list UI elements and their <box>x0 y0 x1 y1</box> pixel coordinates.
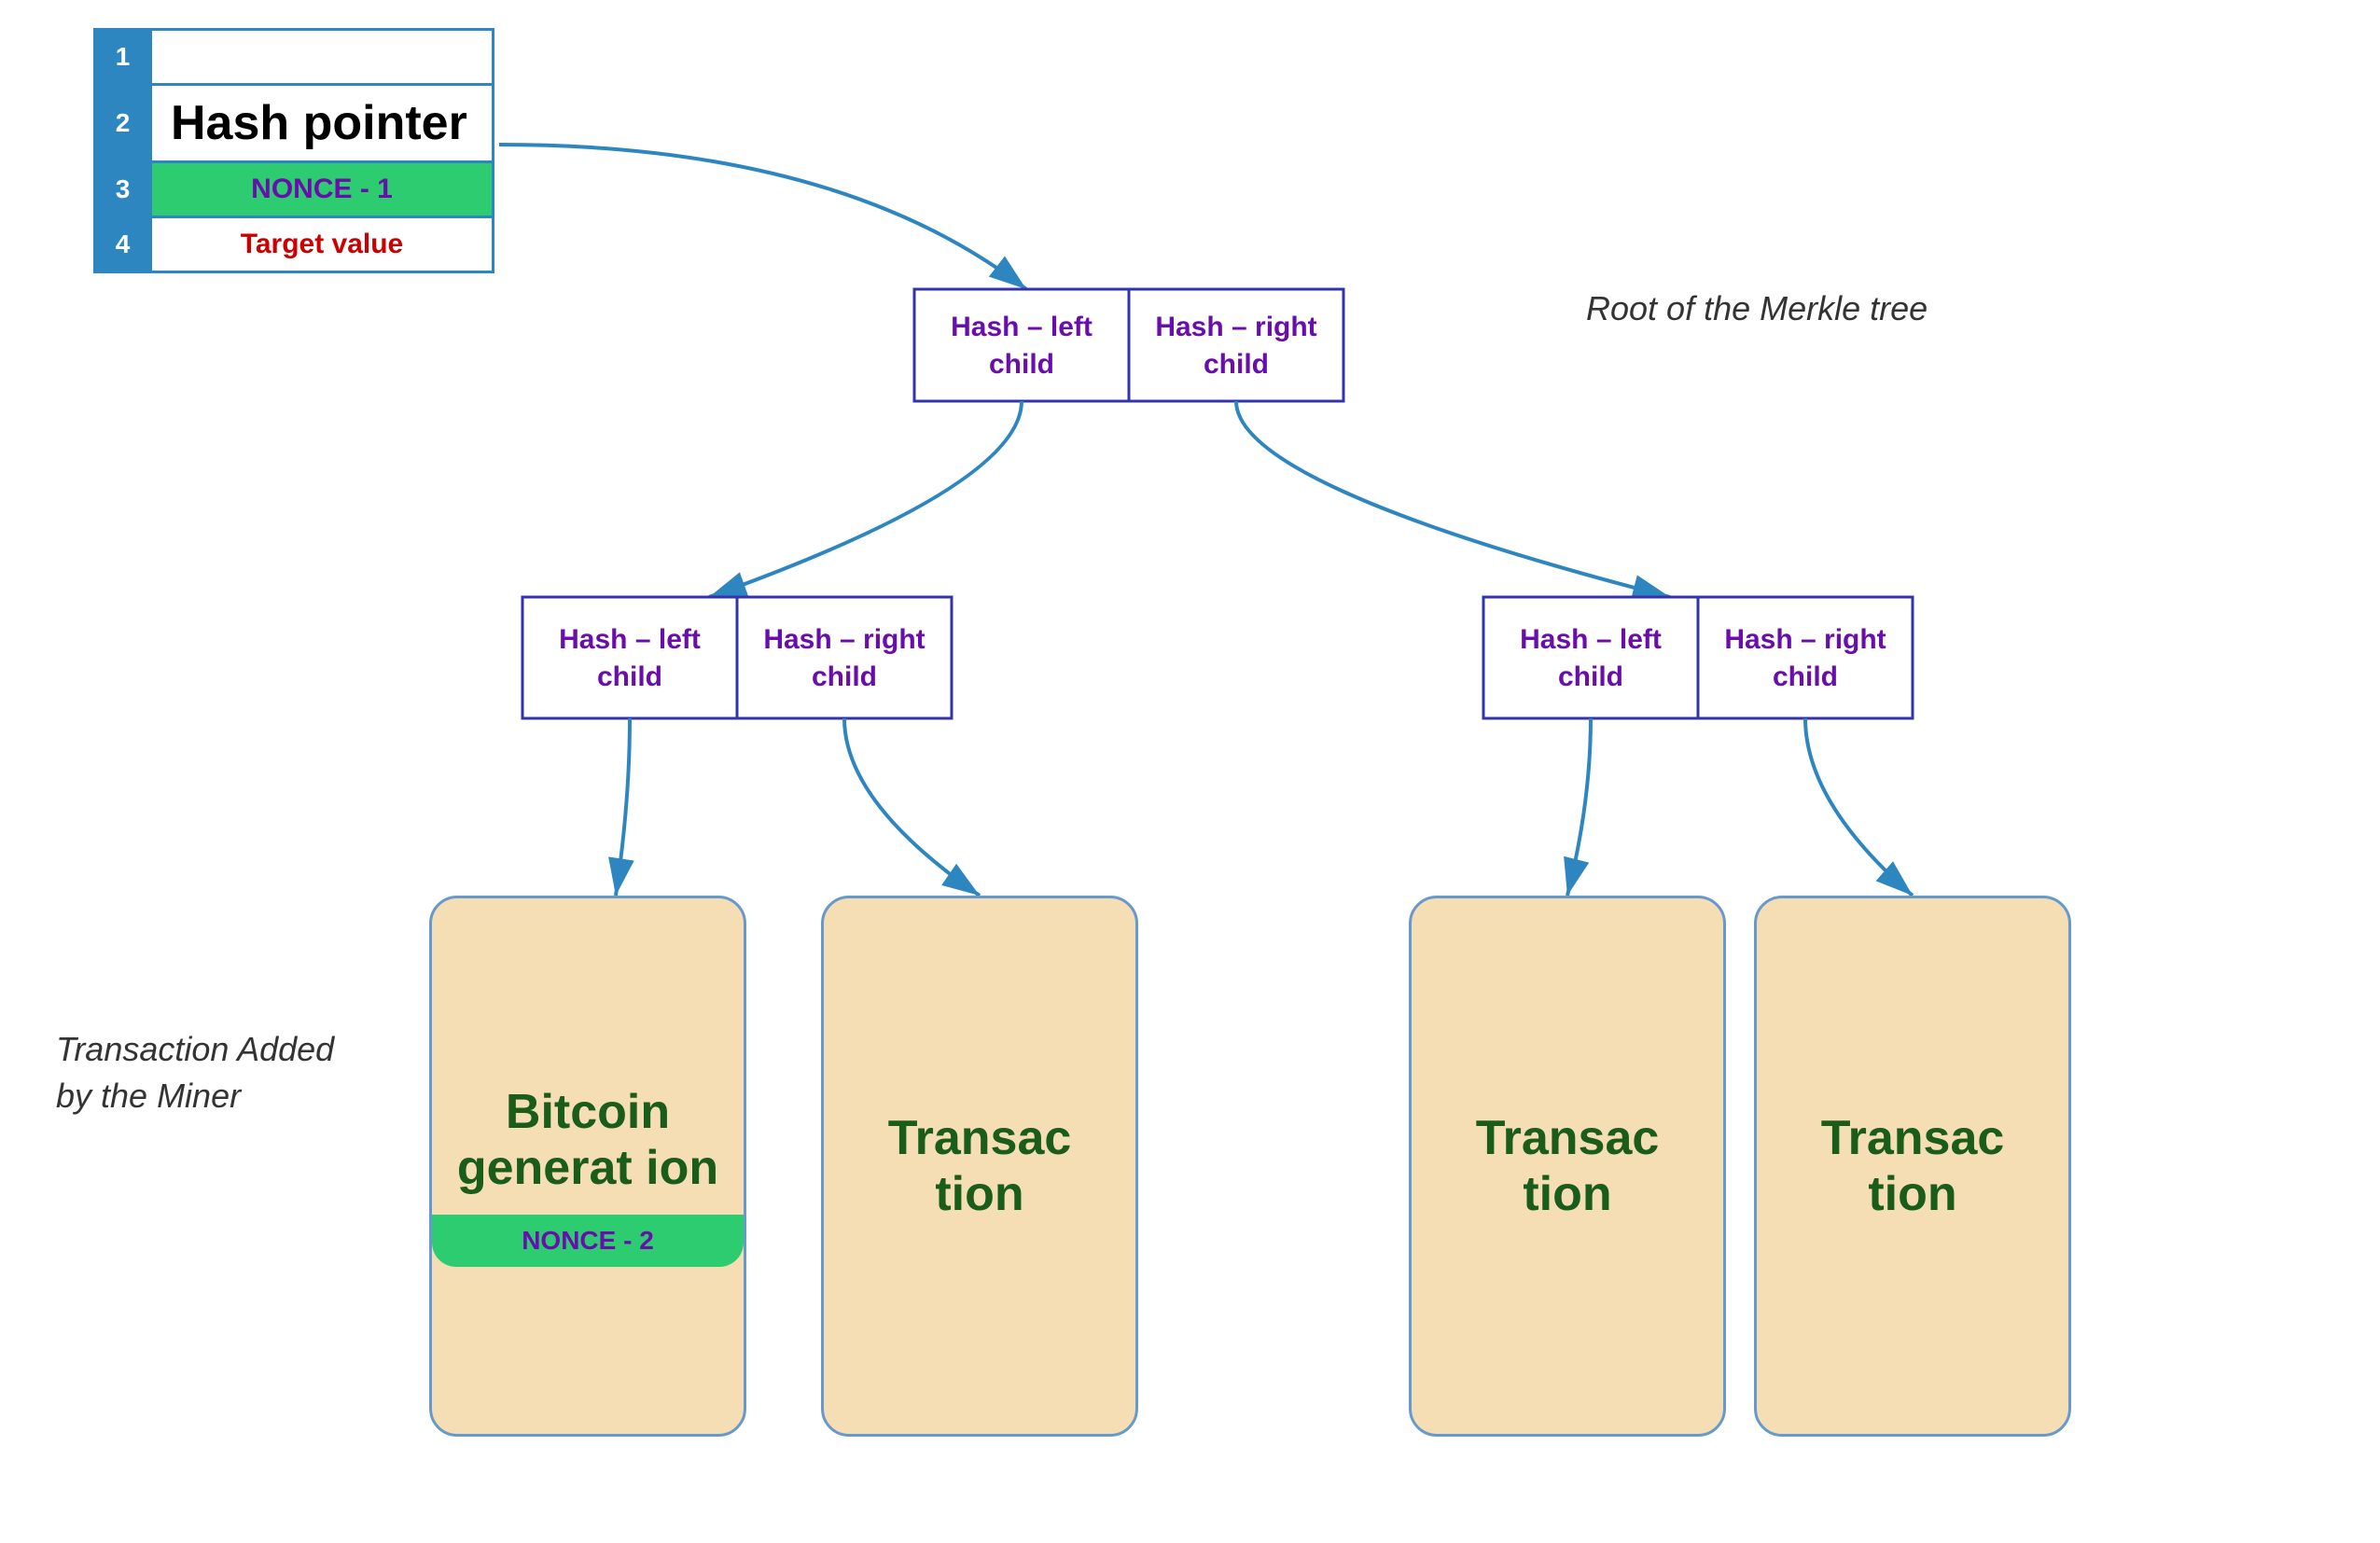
svg-text:Hash – right: Hash – right <box>1724 624 1886 655</box>
svg-text:child: child <box>1558 661 1623 692</box>
svg-text:child: child <box>1773 661 1838 692</box>
svg-text:Hash – left: Hash – left <box>951 312 1093 342</box>
svg-text:child: child <box>812 661 877 692</box>
tx4-label: Transaction <box>1802 1091 2024 1241</box>
tx-box-2: Transaction <box>821 896 1138 1437</box>
tx3-label: Transaction <box>1457 1091 1678 1241</box>
svg-text:Hash – right: Hash – right <box>1155 312 1316 342</box>
tx2-label: Transaction <box>870 1091 1091 1241</box>
svg-text:child: child <box>597 661 662 692</box>
tx-box-3: Transaction <box>1409 896 1726 1437</box>
tx1-label: Bitcoin generat ion <box>432 1065 744 1215</box>
svg-text:child: child <box>1204 349 1269 380</box>
nonce2-label: NONCE - 2 <box>432 1215 744 1267</box>
svg-text:Hash – right: Hash – right <box>763 624 925 655</box>
tx-box-4: Transaction <box>1754 896 2071 1437</box>
svg-text:child: child <box>989 349 1054 380</box>
tx-box-1: Bitcoin generat ion NONCE - 2 <box>429 896 746 1437</box>
svg-text:Hash – left: Hash – left <box>1520 624 1662 655</box>
svg-text:Hash – left: Hash – left <box>559 624 701 655</box>
